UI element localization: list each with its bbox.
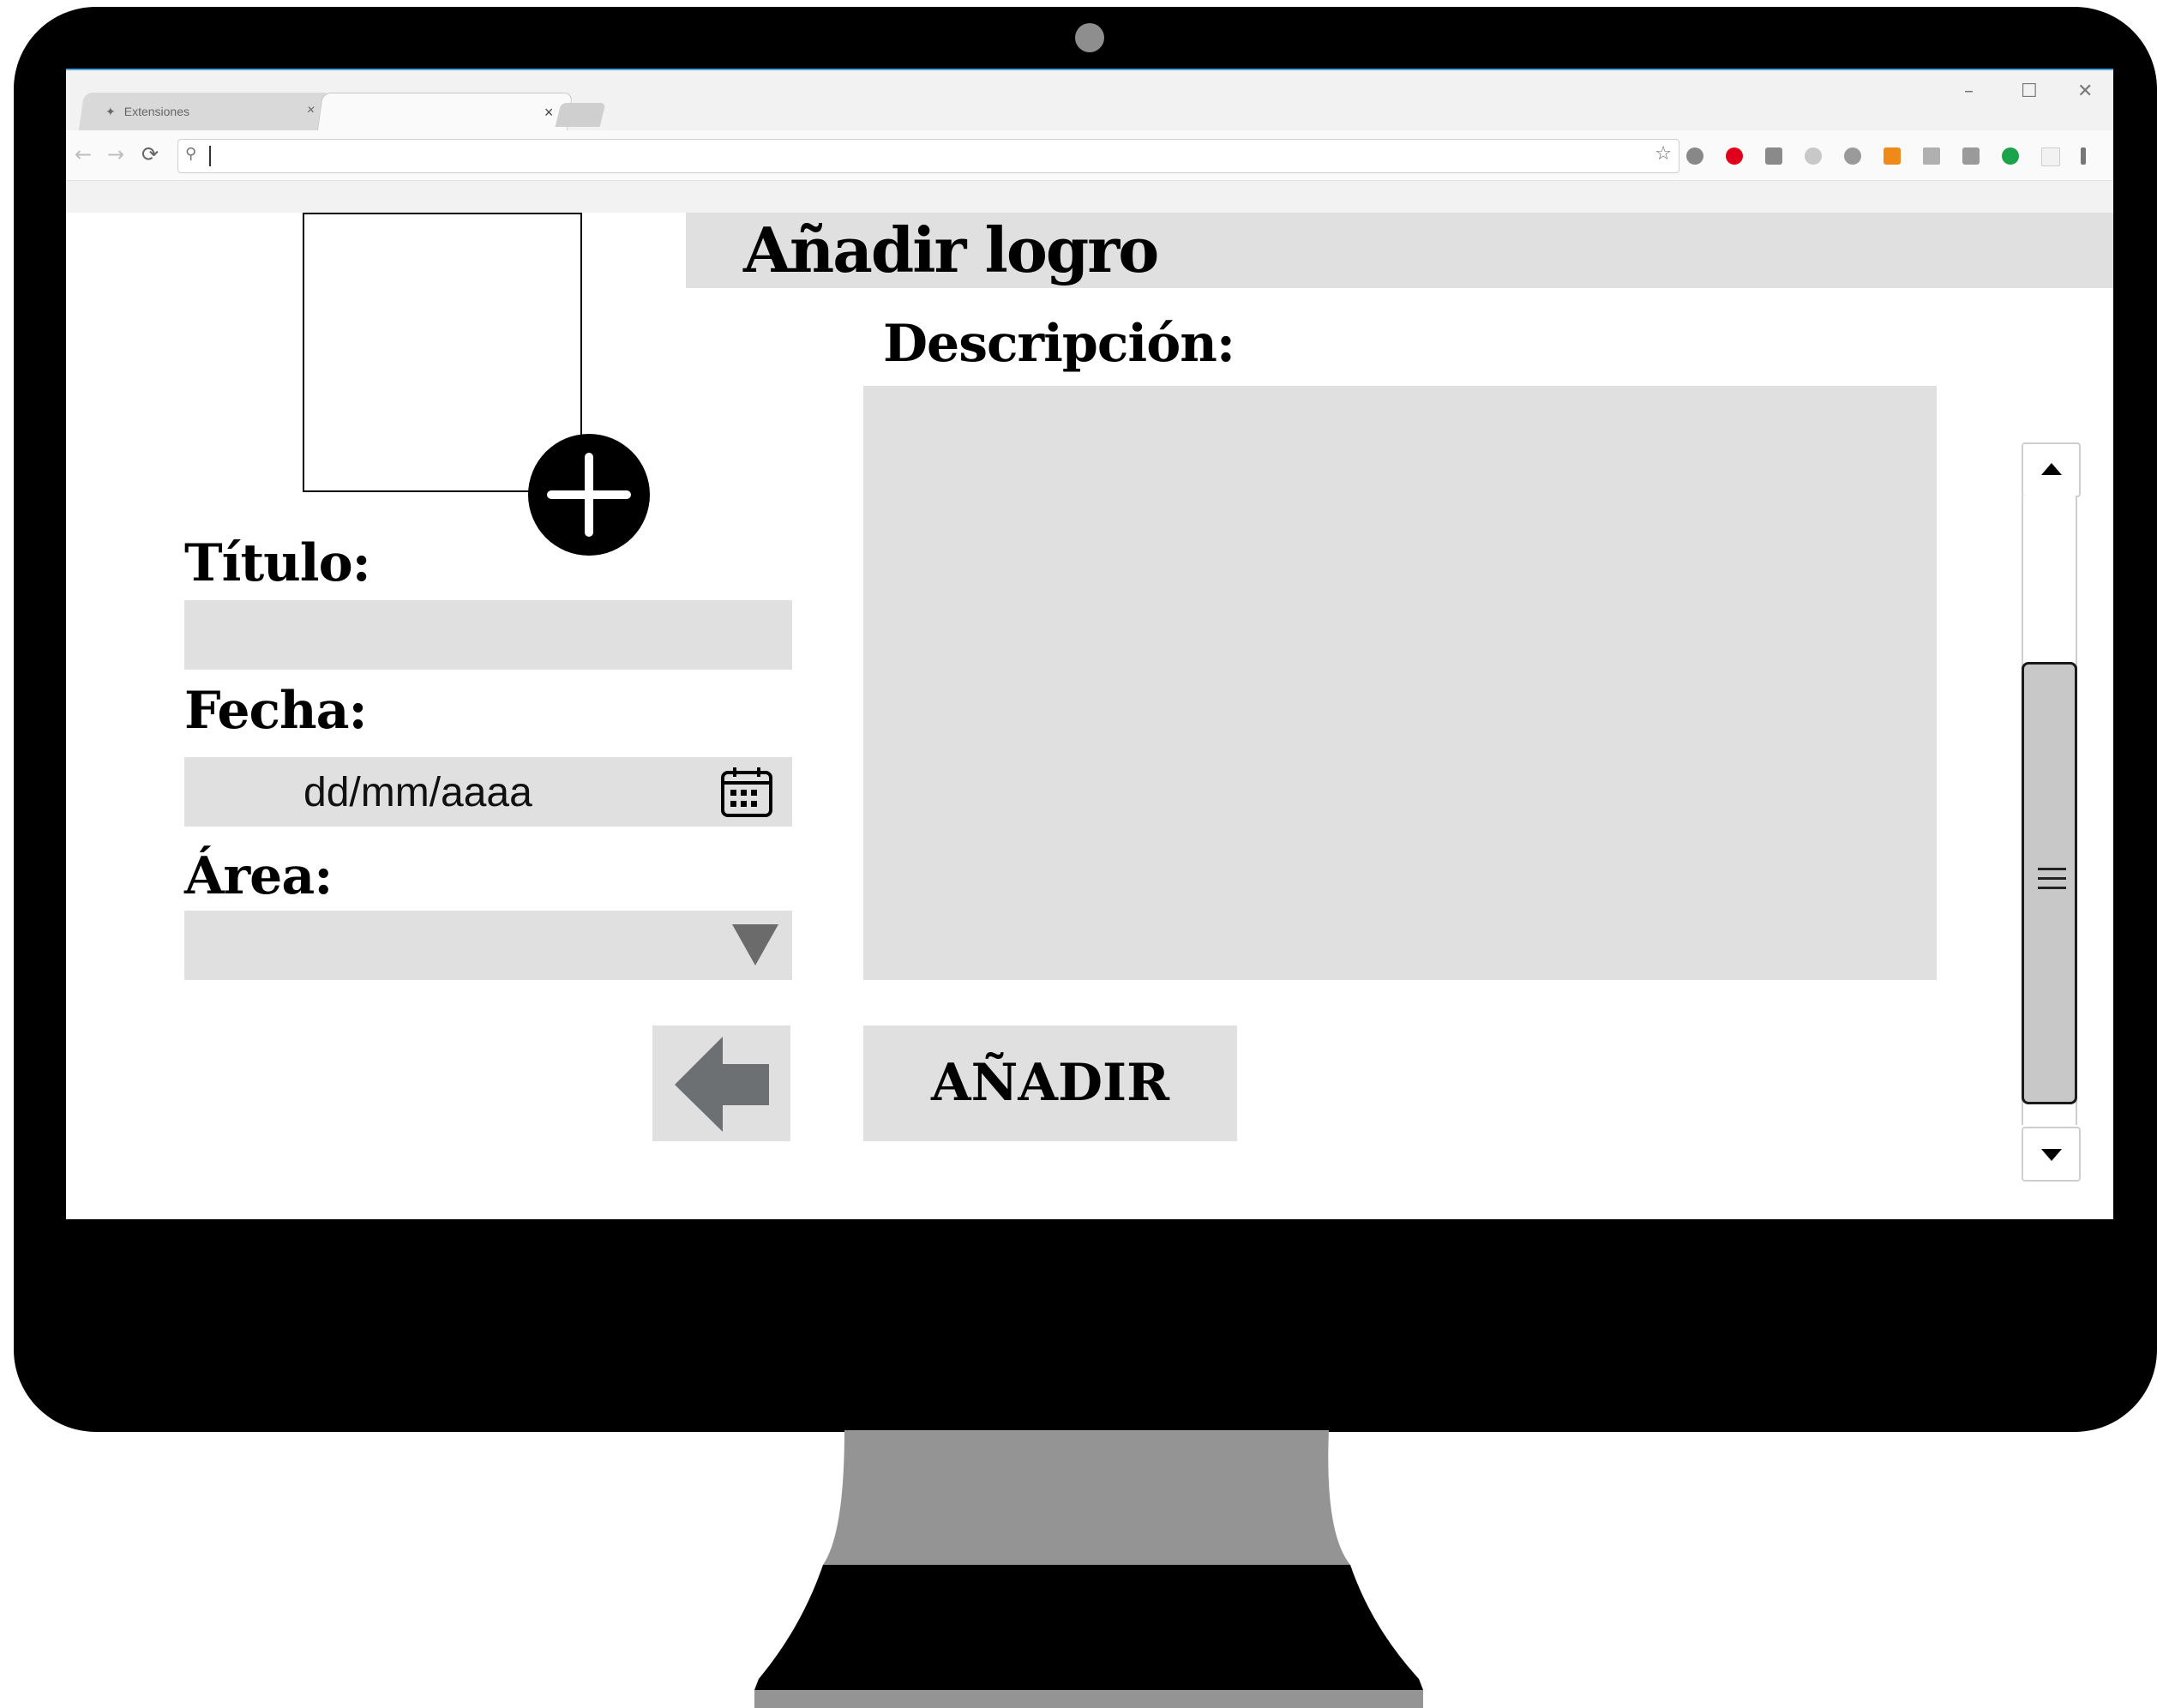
scroll-down-button[interactable] bbox=[2022, 1127, 2081, 1182]
webcam bbox=[1075, 23, 1104, 52]
area-label: Área: bbox=[184, 846, 333, 906]
forward-nav-icon[interactable]: → bbox=[107, 142, 124, 166]
monitor-screen: ✦ Extensiones × × – ☐ ✕ ← → ⟳ ⚲ ☆ Añadir… bbox=[66, 69, 2113, 1219]
extension-8-icon[interactable] bbox=[1962, 147, 1980, 165]
extension-9-icon[interactable] bbox=[2002, 147, 2019, 165]
extension-4-icon[interactable] bbox=[1805, 147, 1822, 165]
browser-chrome: ✦ Extensiones × × – ☐ ✕ ← → ⟳ ⚲ ☆ bbox=[66, 69, 2113, 214]
arrow-left-icon bbox=[675, 1037, 769, 1132]
back-button[interactable] bbox=[652, 1025, 790, 1141]
page-title: Añadir logro bbox=[743, 214, 1159, 286]
dropdown-arrow-icon bbox=[732, 924, 778, 965]
adblock-icon[interactable] bbox=[1726, 147, 1743, 165]
grip-line bbox=[2038, 868, 2066, 870]
scroll-up-button[interactable] bbox=[2022, 442, 2081, 497]
date-input[interactable]: dd/mm/aaaa bbox=[184, 757, 792, 827]
date-placeholder: dd/mm/aaaa bbox=[303, 770, 532, 815]
triangle-up-icon bbox=[2041, 463, 2062, 475]
browser-toolbar: ← → ⟳ ⚲ ☆ bbox=[66, 130, 2113, 181]
area-select[interactable] bbox=[184, 911, 792, 980]
tab-close-icon[interactable]: × bbox=[544, 104, 554, 122]
tab-extensiones[interactable]: ✦ Extensiones × bbox=[78, 93, 333, 130]
add-button-label: AÑADIR bbox=[931, 1053, 1169, 1113]
window-close-icon[interactable]: ✕ bbox=[2077, 81, 2093, 102]
extension-1-icon[interactable] bbox=[1686, 147, 1703, 165]
maximize-icon[interactable]: ☐ bbox=[2021, 81, 2038, 102]
extension-6-icon[interactable] bbox=[1884, 147, 1901, 165]
address-bar[interactable]: ⚲ ☆ bbox=[177, 139, 1679, 173]
extension-5-icon[interactable] bbox=[1844, 147, 1861, 165]
add-image-button[interactable] bbox=[528, 434, 650, 556]
scroll-thumb[interactable] bbox=[2022, 662, 2077, 1104]
plus-icon-stem bbox=[585, 453, 593, 537]
scrollbar[interactable] bbox=[2022, 442, 2081, 1182]
text-caret bbox=[209, 146, 211, 166]
search-icon: ⚲ bbox=[185, 145, 197, 163]
puzzle-icon: ✦ bbox=[105, 104, 116, 118]
description-label: Descripción: bbox=[883, 314, 1235, 374]
back-nav-icon[interactable]: ← bbox=[75, 142, 92, 166]
grip-line bbox=[2038, 887, 2066, 889]
browser-menu-icon[interactable] bbox=[2081, 147, 2086, 165]
minimize-icon[interactable]: – bbox=[1964, 81, 1974, 102]
tab-label: Extensiones bbox=[123, 105, 190, 118]
tab-active[interactable]: × bbox=[316, 93, 574, 131]
add-button[interactable]: AÑADIR bbox=[863, 1025, 1237, 1141]
title-label: Título: bbox=[184, 533, 371, 593]
title-input[interactable] bbox=[184, 600, 792, 670]
extension-10-icon[interactable] bbox=[2041, 147, 2060, 166]
new-tab-button[interactable] bbox=[555, 103, 606, 127]
triangle-down-icon bbox=[2041, 1149, 2062, 1161]
description-textarea[interactable] bbox=[863, 386, 1937, 980]
grip-line bbox=[2038, 877, 2066, 880]
monitor-stand bbox=[754, 1430, 1423, 1708]
reload-icon[interactable]: ⟳ bbox=[141, 142, 159, 166]
tab-strip: ✦ Extensiones × × – ☐ ✕ bbox=[66, 70, 2113, 131]
extension-7-icon[interactable] bbox=[1923, 147, 1940, 165]
date-label: Fecha: bbox=[184, 681, 368, 741]
add-achievement-page: Añadir logro Descripción: Título: Fecha:… bbox=[66, 213, 2113, 1219]
extension-3-icon[interactable] bbox=[1765, 147, 1782, 165]
calendar-icon[interactable] bbox=[720, 766, 773, 819]
bookmark-star-icon[interactable]: ☆ bbox=[1655, 143, 1672, 165]
image-placeholder[interactable] bbox=[303, 213, 582, 492]
